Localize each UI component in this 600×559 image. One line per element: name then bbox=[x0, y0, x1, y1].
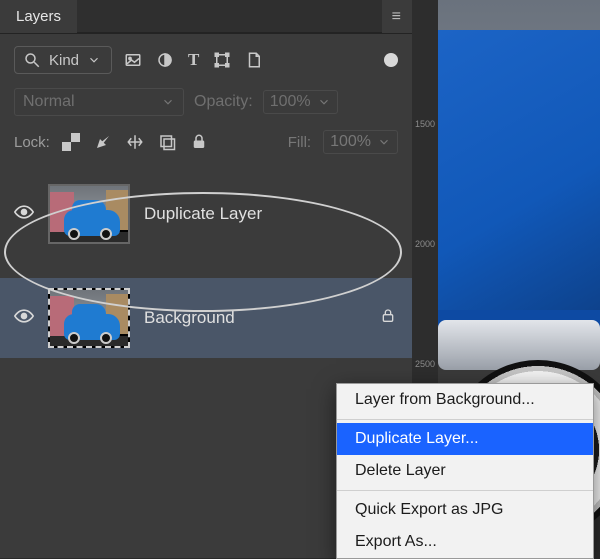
lock-all-icon[interactable] bbox=[190, 133, 208, 151]
chevron-down-icon bbox=[377, 135, 391, 149]
search-icon bbox=[23, 51, 41, 69]
lock-pixels-icon[interactable] bbox=[94, 133, 112, 151]
filter-smartobject-icon[interactable] bbox=[245, 51, 263, 69]
menu-item-duplicate-layer[interactable]: Duplicate Layer... bbox=[337, 423, 593, 455]
menu-separator bbox=[337, 419, 593, 420]
menu-item-delete-layer[interactable]: Delete Layer bbox=[337, 455, 593, 487]
layer-filter-bar: Kind T bbox=[0, 34, 412, 82]
menu-item-quick-export[interactable]: Quick Export as JPG bbox=[337, 494, 593, 526]
menu-item-layer-from-background[interactable]: Layer from Background... bbox=[337, 384, 593, 416]
layer-row-background[interactable]: Background bbox=[0, 278, 412, 358]
opacity-label: Opacity: bbox=[194, 93, 253, 111]
fill-label: Fill: bbox=[288, 134, 311, 151]
menu-separator bbox=[337, 490, 593, 491]
layer-context-menu: Layer from Background... Duplicate Layer… bbox=[336, 383, 594, 559]
layer-thumbnail[interactable] bbox=[48, 184, 130, 244]
fill-input[interactable]: 100% bbox=[323, 130, 398, 154]
filter-kind-select[interactable]: Kind bbox=[14, 46, 112, 74]
chevron-down-icon bbox=[317, 95, 331, 109]
fill-value: 100% bbox=[330, 133, 371, 151]
lock-fill-bar: Lock: Fill: 100% bbox=[0, 126, 412, 166]
ruler-tick-label: 2000 bbox=[415, 240, 435, 248]
filter-kind-label: Kind bbox=[49, 52, 79, 69]
ruler-tick-label: 2500 bbox=[415, 360, 435, 368]
chevron-down-icon bbox=[87, 53, 101, 67]
layer-lock-icon[interactable] bbox=[378, 308, 398, 329]
blend-mode-value: Normal bbox=[23, 93, 75, 111]
layers-tab[interactable]: Layers bbox=[0, 0, 77, 33]
lock-transparency-icon[interactable] bbox=[62, 133, 80, 151]
filter-type-icon[interactable]: T bbox=[188, 51, 199, 69]
blend-mode-select[interactable]: Normal bbox=[14, 88, 184, 116]
filter-adjustment-icon[interactable] bbox=[156, 51, 174, 69]
panel-menu-icon[interactable]: ≡ bbox=[382, 8, 412, 26]
menu-item-export-as[interactable]: Export As... bbox=[337, 526, 593, 558]
lock-artboard-icon[interactable] bbox=[158, 133, 176, 151]
layer-name-label[interactable]: Duplicate Layer bbox=[144, 204, 262, 224]
chevron-down-icon bbox=[161, 95, 175, 109]
blend-opacity-bar: Normal Opacity: 100% bbox=[0, 82, 412, 126]
opacity-value: 100% bbox=[270, 93, 311, 111]
filter-pixel-icon[interactable] bbox=[124, 51, 142, 69]
layer-thumbnail[interactable] bbox=[48, 288, 130, 348]
lock-position-icon[interactable] bbox=[126, 133, 144, 151]
layer-row-duplicate[interactable]: Duplicate Layer bbox=[0, 174, 412, 254]
layer-list: Duplicate Layer Background bbox=[0, 174, 412, 358]
visibility-toggle[interactable] bbox=[14, 205, 34, 224]
filter-toggle-switch[interactable] bbox=[384, 53, 398, 67]
lock-label: Lock: bbox=[14, 134, 50, 151]
layer-name-label[interactable]: Background bbox=[144, 308, 235, 328]
panel-tab-bar: Layers ≡ bbox=[0, 0, 412, 34]
filter-shape-icon[interactable] bbox=[213, 51, 231, 69]
opacity-input[interactable]: 100% bbox=[263, 90, 338, 114]
visibility-toggle[interactable] bbox=[14, 309, 34, 328]
ruler-tick-label: 1500 bbox=[415, 120, 435, 128]
